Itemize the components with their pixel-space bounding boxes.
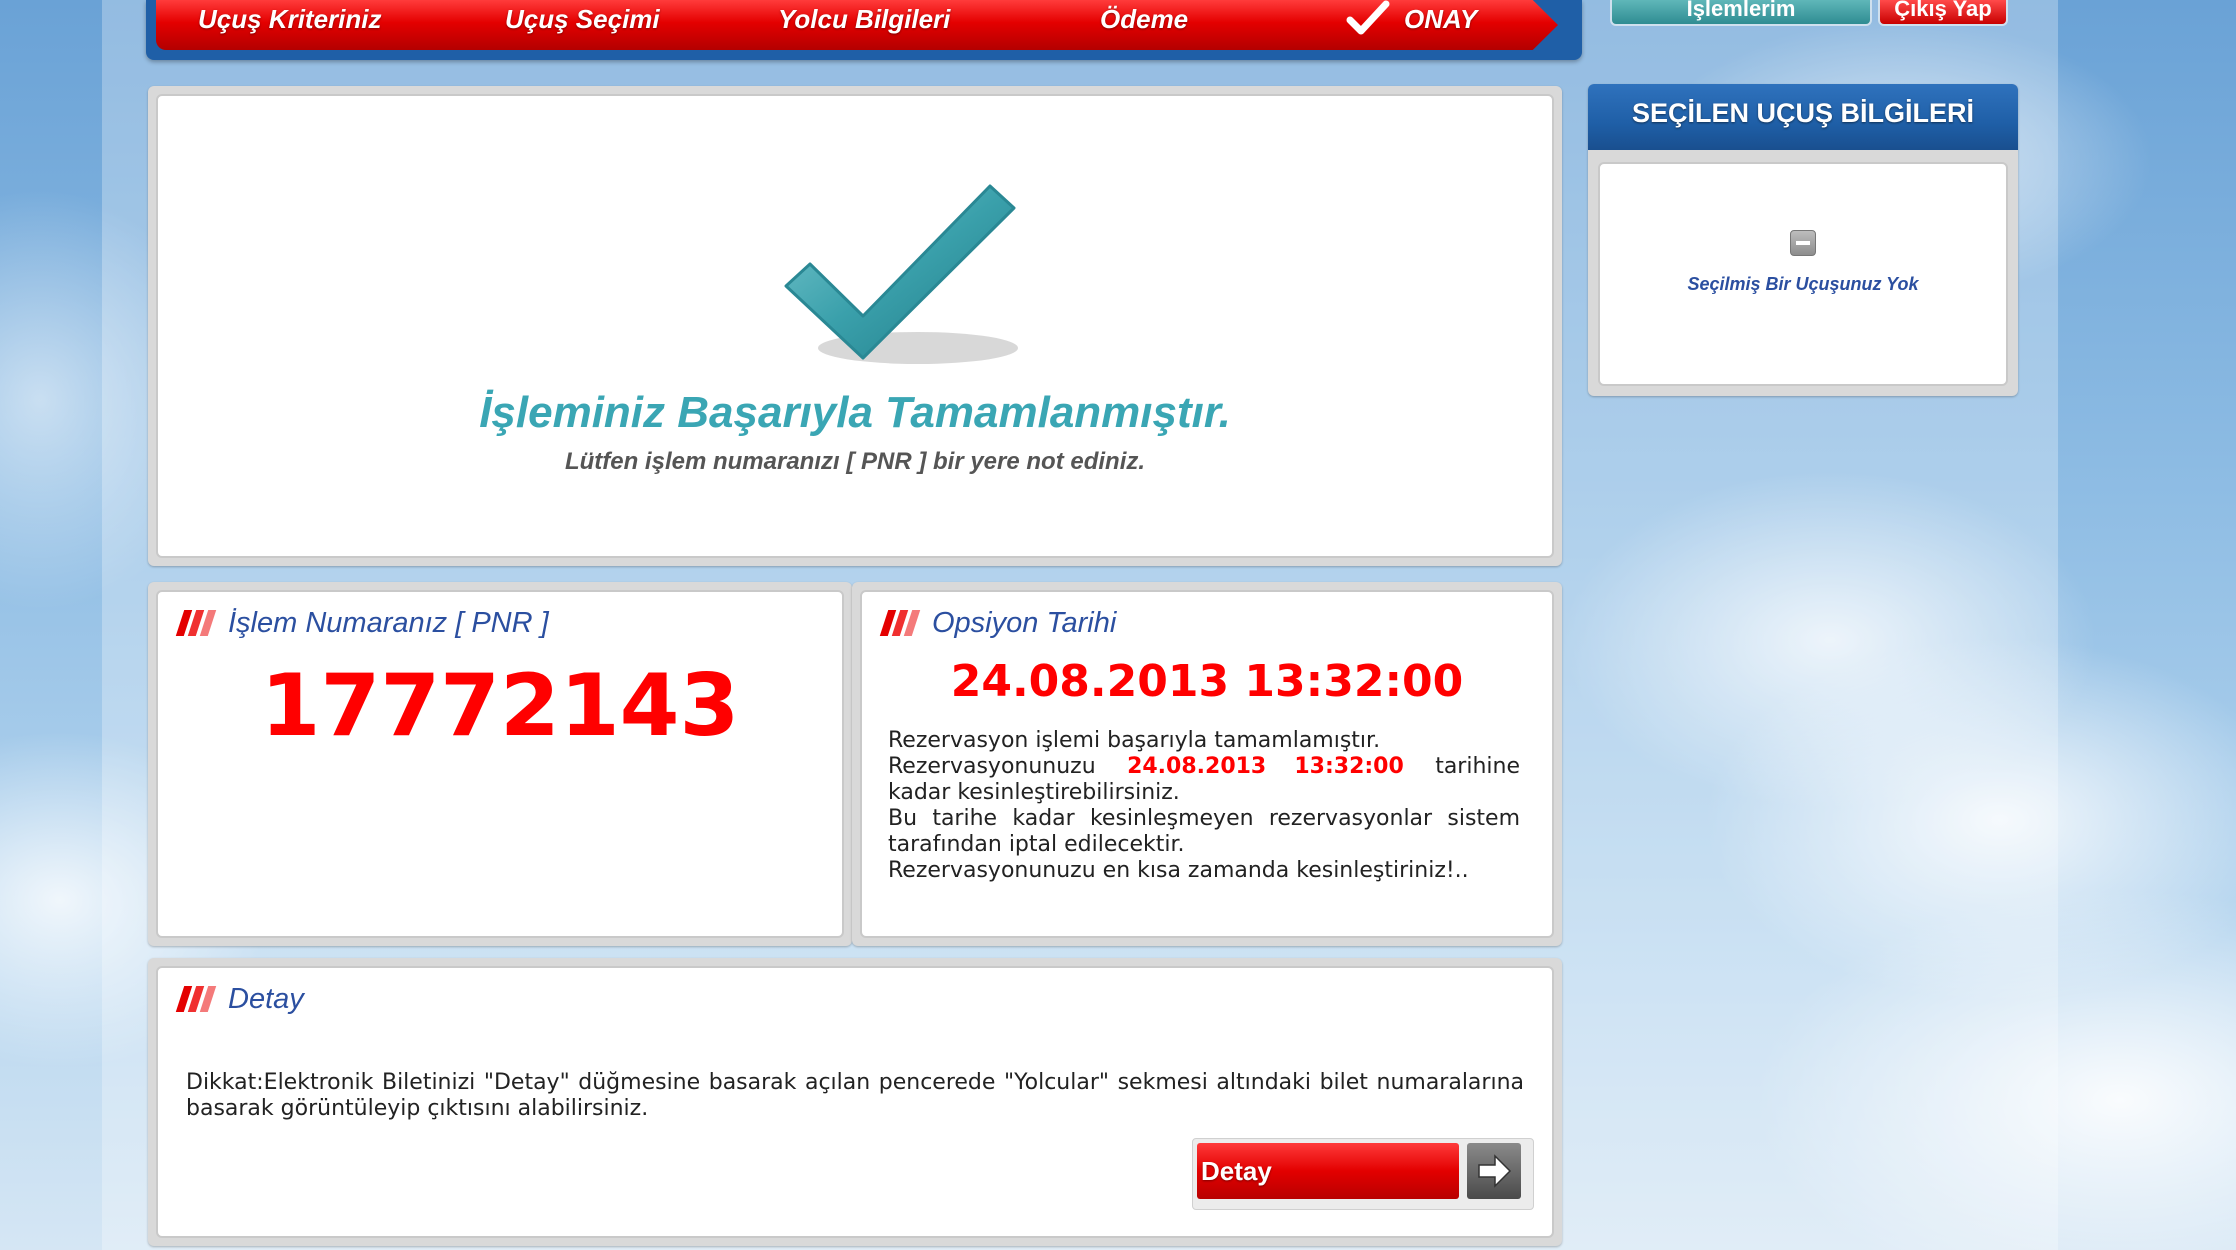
selected-flight-panel: SEÇİLEN UÇUŞ BİLGİLERİ Seçilmiş Bir Uçuş…	[1588, 84, 2018, 396]
option-heading-label: Opsiyon Tarihi	[932, 606, 1117, 639]
pnr-panel: İşlem Numaranız [ PNR ] 17772143	[148, 582, 852, 946]
option-line-1: Rezervasyon işlemi başarıyla tamamlamışt…	[888, 728, 1381, 753]
success-panel-inner: İşleminiz Başarıyla Tamamlanmıştır. Lütf…	[156, 94, 1554, 558]
option-line-2: Rezervasyonunuzu 24.08.2013 13:32:00 tar…	[888, 754, 1520, 806]
check-icon	[1346, 0, 1390, 35]
my-transactions-button[interactable]: İşlemlerim	[1610, 0, 1872, 26]
selected-flight-header: SEÇİLEN UÇUŞ BİLGİLERİ	[1588, 84, 2018, 150]
step-flight-criteria[interactable]: Uçuş Kriteriniz	[198, 2, 382, 36]
pnr-heading-label: İşlem Numaranız [ PNR ]	[228, 606, 549, 639]
step-payment[interactable]: Ödeme	[1100, 2, 1188, 36]
option-line-2-date: 24.08.2013 13:32:00	[1127, 754, 1404, 779]
logout-button[interactable]: Çıkış Yap	[1878, 0, 2008, 26]
selected-flight-body: Seçilmiş Bir Uçuşunuz Yok	[1598, 162, 2008, 386]
detail-button-label[interactable]: Detay	[1197, 1143, 1459, 1199]
option-panel: Opsiyon Tarihi 24.08.2013 13:32:00 Rezer…	[852, 582, 1562, 946]
success-check-icon	[784, 184, 1018, 364]
pnr-panel-inner: İşlem Numaranız [ PNR ] 17772143	[156, 590, 844, 938]
option-panel-inner: Opsiyon Tarihi 24.08.2013 13:32:00 Rezer…	[860, 590, 1554, 938]
detail-heading-label: Detay	[228, 982, 304, 1015]
option-description: Rezervasyon işlemi başarıyla tamamlamışt…	[888, 728, 1520, 884]
selected-flight-title: SEÇİLEN UÇUŞ BİLGİLERİ	[1631, 98, 1975, 128]
stripes-icon	[879, 608, 926, 638]
detail-text: Dikkat:Elektronik Biletinizi "Detay" düğ…	[186, 1070, 1524, 1121]
option-line-2-prefix: Rezervasyonunuzu	[888, 754, 1096, 779]
success-title: İşleminiz Başarıyla Tamamlanmıştır.	[479, 388, 1231, 437]
pnr-number: 17772143	[260, 656, 740, 756]
minus-box-icon	[1790, 230, 1816, 256]
success-subtitle: Lütfen işlem numaranızı [ PNR ] bir yere…	[564, 448, 1146, 475]
detail-button[interactable]: Detay	[1192, 1138, 1534, 1210]
success-panel: İşleminiz Başarıyla Tamamlanmıştır. Lütf…	[148, 86, 1562, 566]
arrow-right-icon[interactable]	[1467, 1143, 1521, 1199]
option-line-4: Rezervasyonunuzu en kısa zamanda kesinle…	[888, 858, 1469, 883]
step-flight-selection[interactable]: Uçuş Seçimi	[505, 2, 660, 36]
detail-heading: Detay	[175, 982, 304, 1016]
pnr-heading: İşlem Numaranız [ PNR ]	[175, 606, 549, 640]
stripes-icon	[175, 984, 222, 1014]
no-selected-flight-text: Seçilmiş Bir Uçuşunuz Yok	[1687, 274, 1919, 294]
step-confirmation: ONAY	[1404, 4, 1478, 34]
detail-panel-inner: Detay Dikkat:Elektronik Biletinizi "Deta…	[156, 966, 1554, 1238]
option-line-3: Bu tarihe kadar kesinleşmeyen rezervasyo…	[888, 806, 1520, 857]
option-heading: Opsiyon Tarihi	[879, 606, 1117, 640]
step-passenger-info[interactable]: Yolcu Bilgileri	[778, 2, 950, 36]
option-datetime: 24.08.2013 13:32:00	[950, 656, 1464, 707]
detail-panel: Detay Dikkat:Elektronik Biletinizi "Deta…	[148, 958, 1562, 1246]
stripes-icon	[175, 608, 222, 638]
